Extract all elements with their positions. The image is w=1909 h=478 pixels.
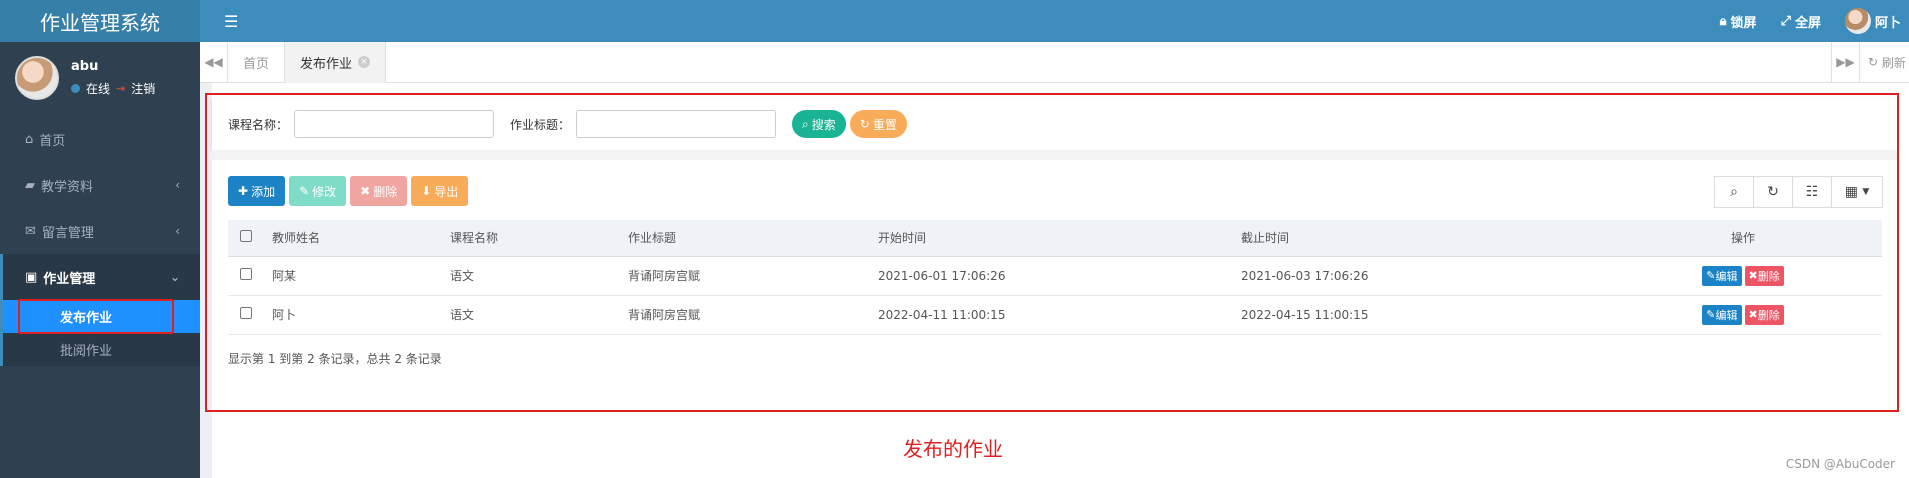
user-menu[interactable]: 阿卜 <box>1844 8 1901 34</box>
chevron-down-icon: ⌄ <box>169 270 180 284</box>
refresh-tab-button[interactable]: ↻ 刷新 <box>1859 41 1909 83</box>
user-name: abu <box>71 59 99 74</box>
avatar <box>15 56 59 100</box>
home-icon: ⌂ <box>25 131 34 147</box>
annotation-caption: 发布的作业 <box>903 437 1003 461</box>
sidebar-item-label: 作业管理 <box>43 271 96 287</box>
sidebar-item-home[interactable]: ⌂ 首页 <box>0 116 200 162</box>
fullscreen-button[interactable]: ⤢ 全屏 <box>1781 12 1821 31</box>
sidebar-item-materials[interactable]: ▰ 教学资料 ‹ <box>0 162 200 208</box>
lock-icon: 🔒︎ <box>1719 13 1727 29</box>
sidebar-item-messages[interactable]: ✉ 留言管理 ‹ <box>0 208 200 254</box>
mail-icon: ✉ <box>25 223 36 239</box>
top-header: ☰ 🔒︎ 锁屏 ⤢ 全屏 阿卜 <box>200 0 1909 42</box>
user-panel: abu 在线 ⇥ 注销 <box>0 42 200 114</box>
refresh-label: 刷新 <box>1881 55 1906 70</box>
expand-icon: ⤢ <box>1780 13 1791 29</box>
logout-icon[interactable]: ⇥ <box>116 82 125 95</box>
sidebar-item-label: 首页 <box>39 133 66 149</box>
highlight-frame <box>205 93 1899 412</box>
sidebar-item-label: 留言管理 <box>41 225 94 241</box>
tab-home[interactable]: 首页 <box>228 41 286 83</box>
close-icon[interactable]: × <box>358 56 371 68</box>
refresh-icon: ↻ <box>1868 55 1879 69</box>
sidebar-item-homework[interactable]: ▣ 作业管理 ⌄ <box>0 254 200 300</box>
tab-bar: ◀◀ 首页 发布作业 × ▶▶ ↻ 刷新 <box>200 41 1909 83</box>
logout-link[interactable]: 注销 <box>131 80 155 97</box>
lock-screen-button[interactable]: 🔒︎ 锁屏 <box>1720 12 1757 31</box>
header-user-name: 阿卜 <box>1874 15 1901 31</box>
watermark: CSDN @AbuCoder <box>1785 457 1895 471</box>
sidebar: 作业管理系统 abu 在线 ⇥ 注销 ⌂ 首页 ▰ 教学资料 ‹ ✉ 留言管理 ‹ ▣… <box>0 0 200 478</box>
sidebar-item-label: 教学资料 <box>41 179 94 195</box>
chevron-left-icon: ‹ <box>175 224 180 238</box>
menu-toggle-icon[interactable]: ☰ <box>224 12 238 31</box>
sidebar-subitem-publish[interactable]: 发布作业 <box>0 299 200 334</box>
tab-scroll-left-icon[interactable]: ◀◀ <box>200 41 228 83</box>
online-dot-icon <box>71 84 80 93</box>
sidebar-subitem-review[interactable]: 批阅作业 <box>0 333 200 366</box>
sidebar-nav: ⌂ 首页 ▰ 教学资料 ‹ ✉ 留言管理 ‹ ▣ 作业管理 ⌄ 发布作业 批阅作业 <box>0 116 200 366</box>
fullscreen-label: 全屏 <box>1794 15 1821 31</box>
id-card-icon: ▣ <box>25 269 38 285</box>
tab-scroll-right-icon[interactable]: ▶▶ <box>1831 41 1859 83</box>
folder-icon: ▰ <box>25 177 35 193</box>
lock-screen-label: 锁屏 <box>1730 15 1757 31</box>
tab-publish-homework[interactable]: 发布作业 × <box>285 41 387 83</box>
avatar <box>1844 8 1871 34</box>
brand-title[interactable]: 作业管理系统 <box>0 0 200 42</box>
chevron-left-icon: ‹ <box>175 178 180 192</box>
tab-label: 发布作业 <box>300 56 353 72</box>
user-status: 在线 <box>86 82 111 96</box>
